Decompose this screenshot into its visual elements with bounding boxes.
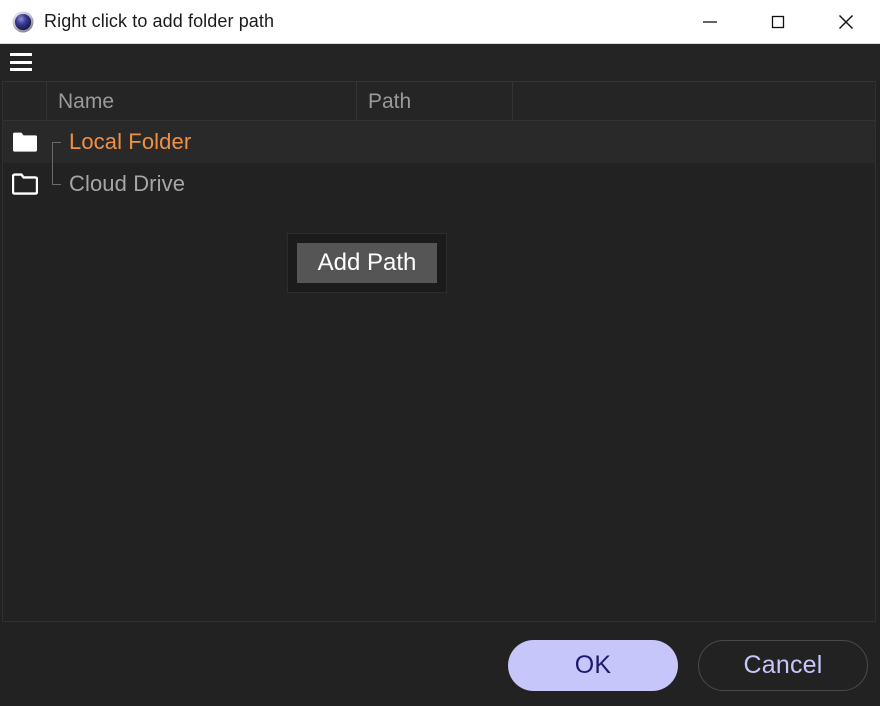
tree-connector [47, 163, 69, 205]
folder-list-panel: Name Path Local Folder Cloud Drive Add P… [2, 81, 876, 622]
hamburger-bar [10, 60, 32, 64]
minimize-icon[interactable] [676, 0, 744, 43]
window-title: Right click to add folder path [44, 11, 275, 31]
title-bar: Right click to add folder path [0, 0, 880, 44]
hamburger-bar [10, 68, 32, 71]
folder-filled-icon [3, 121, 47, 163]
hamburger-menu-icon[interactable] [10, 52, 32, 72]
context-menu: Add Path [287, 233, 447, 293]
sphere-icon [12, 11, 34, 33]
row-label-name: Local Folder [69, 129, 192, 154]
list-rows: Local Folder Cloud Drive [3, 121, 875, 621]
hamburger-bar [10, 53, 32, 56]
tree-hline [52, 142, 61, 143]
cancel-button[interactable]: Cancel [698, 640, 868, 691]
tree-hline [52, 184, 61, 185]
tree-vline [52, 142, 53, 163]
column-header-name[interactable]: Name [47, 81, 357, 121]
row-label-name: Cloud Drive [69, 171, 186, 196]
tree-connector [47, 121, 69, 163]
maximize-icon[interactable] [744, 0, 812, 43]
list-header-row: Name Path [3, 81, 875, 121]
close-icon[interactable] [812, 0, 880, 43]
tree-vline [52, 163, 53, 185]
column-header-extra[interactable] [513, 81, 875, 121]
toolbar [0, 44, 880, 81]
table-row[interactable]: Local Folder [3, 121, 875, 163]
column-header-path[interactable]: Path [357, 81, 513, 121]
context-menu-item-add-path[interactable]: Add Path [297, 243, 437, 283]
footer-bar: OK Cancel [0, 623, 880, 706]
table-row[interactable]: Cloud Drive [3, 163, 875, 205]
window-controls [676, 0, 880, 43]
application-window: Right click to add folder path Name Path… [0, 0, 880, 706]
folder-outline-icon [3, 163, 47, 205]
context-menu-item-label: Add Path [317, 249, 417, 276]
ok-button[interactable]: OK [508, 640, 678, 691]
column-header-tree[interactable] [3, 81, 47, 121]
